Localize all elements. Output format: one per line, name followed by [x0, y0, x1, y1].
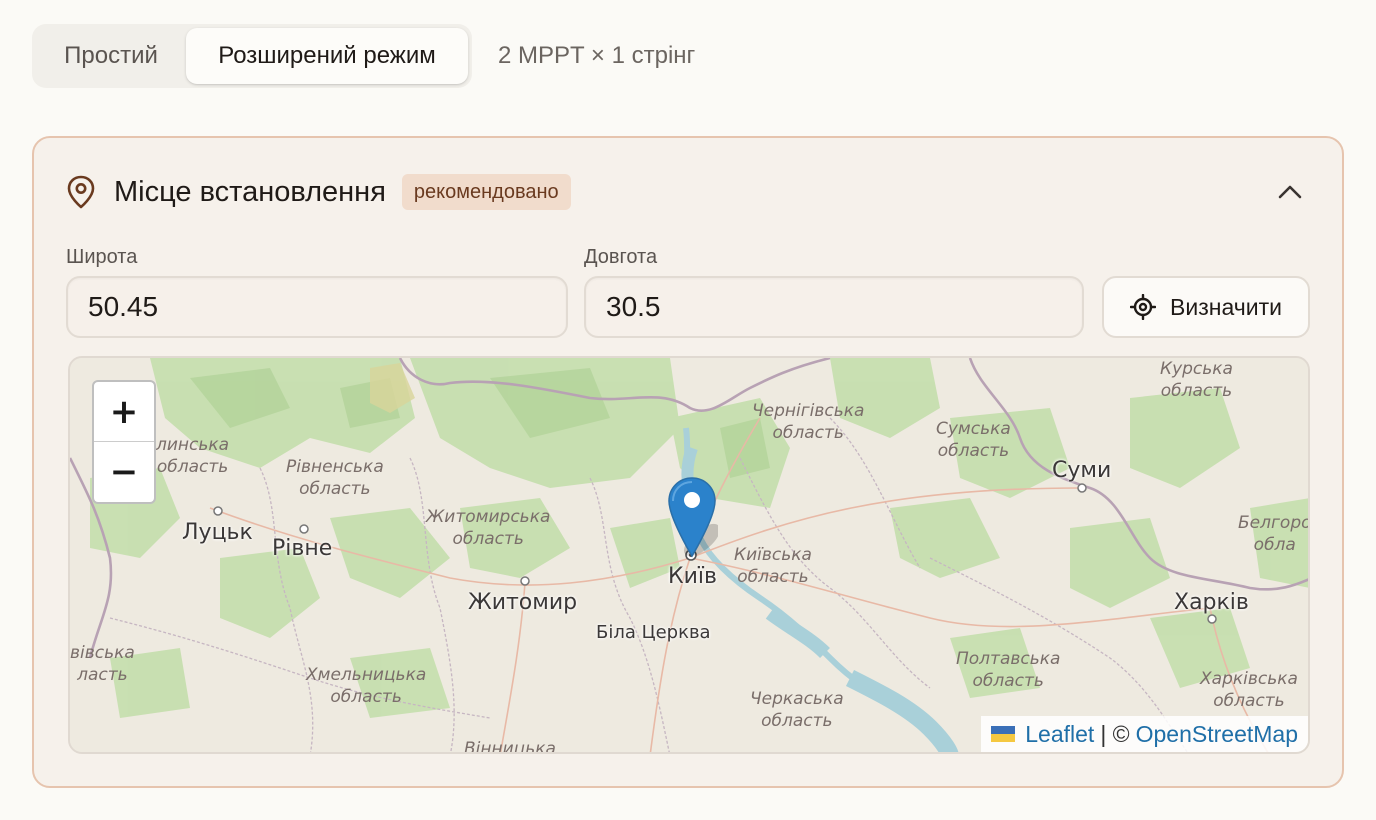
config-summary: 2 MPPT × 1 стрінг — [498, 42, 696, 69]
tab-advanced-mode[interactable]: Розширений режим — [186, 28, 468, 84]
map-label-khmelnytskyi-obl: Хмельницька область — [306, 665, 427, 707]
location-map[interactable]: Курська область Чернігівська область Сум… — [68, 356, 1310, 754]
openstreetmap-link[interactable]: OpenStreetMap — [1136, 721, 1298, 748]
city-zhytomyr: Житомир — [468, 590, 578, 615]
map-label-rivne-obl: Рівненська область — [286, 457, 384, 499]
leaflet-link[interactable]: Leaflet — [1025, 721, 1094, 748]
city-kyiv: Київ — [668, 564, 717, 589]
city-sumy: Суми — [1052, 458, 1112, 483]
map-label-chernihiv-obl: Чернігівська область — [752, 401, 865, 443]
map-label-zhytomyr-obl: Житомирська область — [426, 507, 551, 549]
city-lutsk: Луцьк — [182, 520, 253, 545]
map-label-vinnytsia-obl: Вінницька — [464, 739, 556, 754]
card-title: Місце встановлення — [114, 175, 386, 208]
map-label-lviv-obl: вівська ласть — [70, 643, 135, 685]
map-label-volyn-obl: линська область — [156, 435, 230, 477]
card-header[interactable]: Місце встановлення рекомендовано — [66, 172, 1310, 212]
city-rivne: Рівне — [272, 536, 333, 561]
map-label-belgorod-obl: Белгоро обла — [1238, 513, 1310, 555]
detect-location-button[interactable]: Визначити — [1102, 276, 1310, 338]
recommended-badge: рекомендовано — [401, 174, 571, 210]
longitude-label: Довгота — [584, 246, 658, 268]
attribution-separator: | © — [1100, 720, 1130, 747]
latitude-label: Широта — [66, 246, 138, 268]
mode-switch: Простий Розширений режим — [32, 24, 472, 88]
map-label-cherkasy-obl: Черкаська область — [750, 689, 844, 731]
map-label-poltava-obl: Полтавська область — [956, 649, 1061, 691]
map-pin-icon — [66, 175, 100, 209]
chevron-up-icon[interactable] — [1270, 172, 1310, 212]
tab-simple-mode[interactable]: Простий — [36, 28, 186, 84]
map-label-kharkiv-obl: Харківська область — [1200, 669, 1298, 711]
longitude-input[interactable]: 30.5 — [584, 276, 1084, 338]
ukraine-flag-icon — [991, 726, 1016, 742]
crosshair-icon — [1130, 294, 1157, 320]
map-label-kursk: Курська область — [1160, 359, 1233, 401]
city-bila-tserkva: Біла Церква — [596, 622, 711, 643]
zoom-out-button[interactable]: − — [94, 442, 154, 502]
location-card: Місце встановлення рекомендовано Широта … — [32, 136, 1344, 788]
location-marker-icon[interactable] — [666, 476, 718, 560]
zoom-control: + − — [92, 380, 156, 504]
detect-button-label: Визначити — [1170, 293, 1282, 320]
map-label-kyiv-obl: Київська область — [734, 545, 812, 587]
city-kharkiv: Харків — [1174, 590, 1249, 615]
map-attribution: Leaflet | © OpenStreetMap — [981, 716, 1308, 752]
map-label-sumy-obl: Сумська область — [936, 419, 1011, 461]
zoom-in-button[interactable]: + — [94, 382, 154, 442]
latitude-input[interactable]: 50.45 — [66, 276, 568, 338]
